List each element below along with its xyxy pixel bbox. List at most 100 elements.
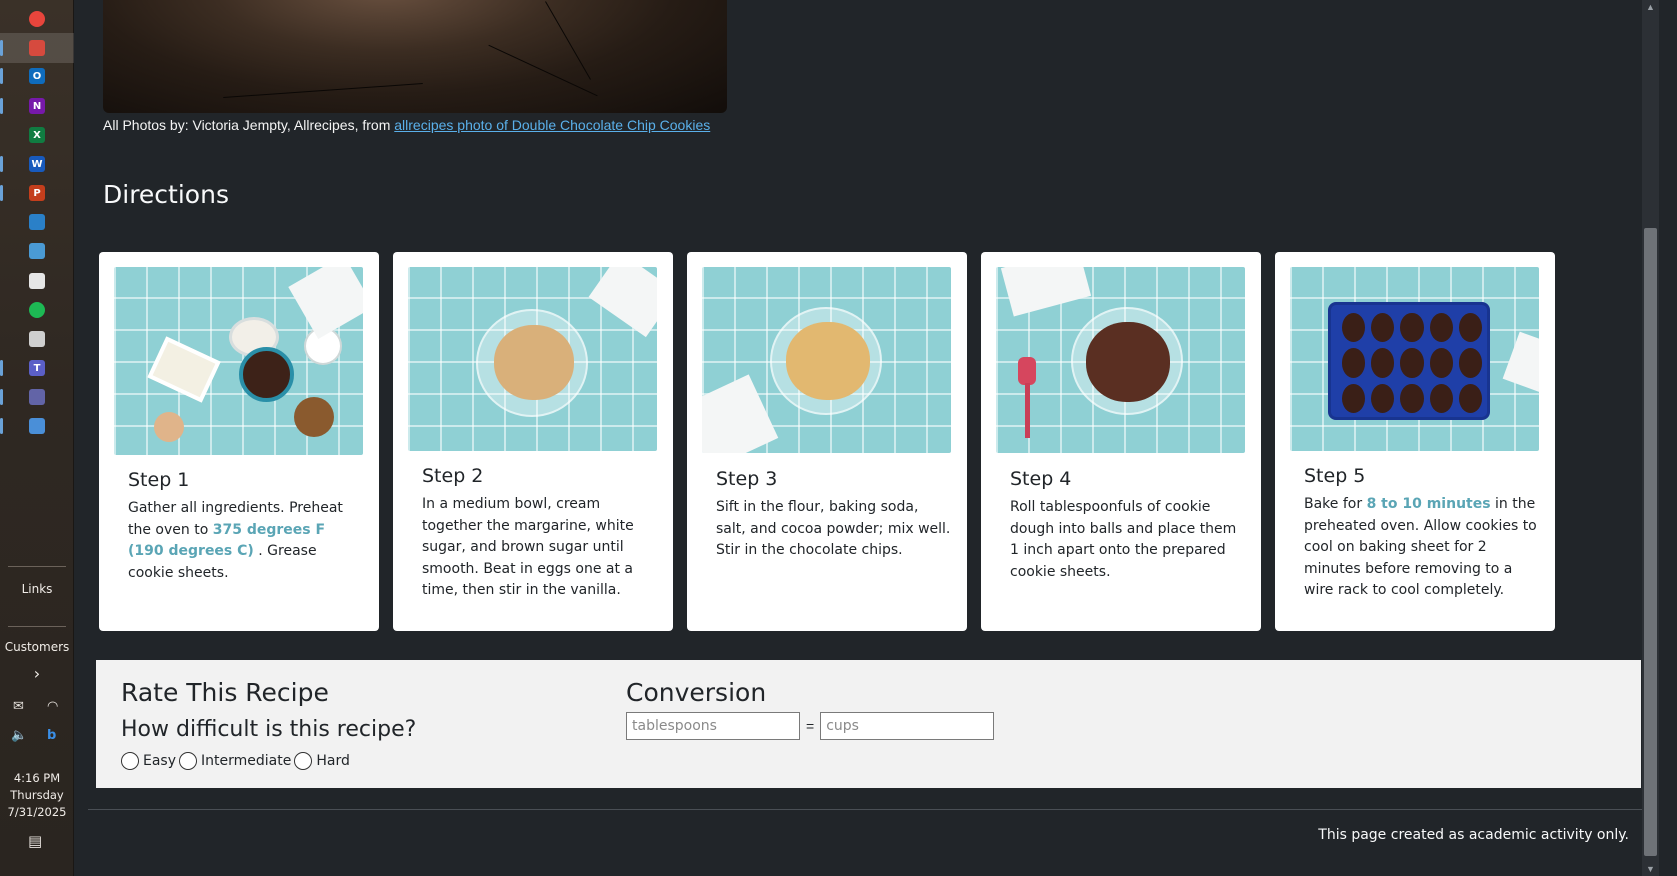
taskbar-app-powerpoint[interactable]: P (0, 178, 74, 208)
excel-icon: X (29, 127, 45, 143)
cookie-shape (1400, 348, 1424, 378)
taskbar-app-outlook[interactable]: O (0, 61, 74, 91)
radio-hard[interactable] (294, 752, 313, 770)
teams-icon: T (29, 360, 45, 376)
taskbar-app-onenote[interactable]: N (0, 91, 74, 121)
bing-icon[interactable]: b (47, 728, 56, 743)
cookie-shape (1342, 383, 1366, 413)
taskbar-app-puzzle[interactable] (0, 266, 74, 296)
taskbar-app-excel[interactable]: X (0, 120, 74, 150)
teams2-icon (29, 389, 45, 405)
step-5-photo (1290, 267, 1539, 451)
cookie-shape (1429, 348, 1453, 378)
page-scrollbar[interactable]: ▲ ▼ (1642, 0, 1659, 876)
step-2-title: Step 2 (422, 465, 484, 487)
difficulty-intermediate[interactable]: Intermediate (179, 752, 291, 770)
step-card-3: Step 3 Sift in the flour, baking soda, s… (687, 252, 967, 631)
chevron-right-icon[interactable]: › (0, 664, 74, 683)
cookie-shape (1342, 313, 1366, 343)
cookie-shape (1458, 348, 1482, 378)
powerpoint-icon: P (29, 185, 45, 201)
notification-icon[interactable]: ▤ (28, 832, 42, 850)
calc-icon (29, 331, 45, 347)
taskbar-separator (8, 626, 66, 627)
equals-sign: = (806, 718, 815, 734)
step-2-text: In a medium bowl, cream together the mar… (422, 496, 634, 598)
scroll-down-icon[interactable]: ▼ (1642, 862, 1659, 876)
conversion-row: = (626, 712, 995, 740)
tablespoons-input[interactable] (626, 712, 800, 740)
scroll-up-icon[interactable]: ▲ (1642, 0, 1659, 14)
difficulty-question: How difficult is this recipe? (121, 717, 417, 742)
step-3-text: Sift in the flour, baking soda, salt, an… (716, 499, 951, 558)
cookie-shape (1342, 348, 1366, 378)
taskbar-app-teams2[interactable] (0, 382, 74, 412)
links-toolbar[interactable]: Links (0, 582, 74, 596)
photo-credit-text: All Photos by: Victoria Jempty, Allrecip… (103, 117, 391, 133)
status-icon (29, 302, 45, 318)
clock[interactable]: 4:16 PM Thursday 7/31/2025 (0, 770, 74, 821)
step-card-4: Step 4 Roll tablespoonfuls of cookie dou… (981, 252, 1261, 631)
cookie-shape (1371, 383, 1395, 413)
taskbar-separator (8, 566, 66, 567)
rate-section: Rate This Recipe How difficult is this r… (96, 660, 1641, 788)
outlook-icon: O (29, 68, 45, 84)
clock-date: 7/31/2025 (7, 805, 67, 819)
taskbar-app-mobile[interactable] (0, 236, 74, 266)
taskbar: Links Customers › ✉ ◠ 🔈 b 4:16 PM Thursd… (0, 0, 74, 876)
mobile-icon (29, 243, 45, 259)
step-4-title: Step 4 (1010, 468, 1072, 490)
clock-time: 4:16 PM (13, 771, 61, 785)
step-4-text: Roll tablespoonfuls of cookie dough into… (1010, 499, 1237, 580)
taskbar-app-word[interactable]: W (0, 149, 74, 179)
step-2-photo (408, 267, 657, 451)
network-icon[interactable]: ◠ (47, 699, 58, 714)
photo-credit-link[interactable]: allrecipes photo of Double Chocolate Chi… (394, 117, 710, 133)
mail-icon[interactable]: ✉ (13, 699, 24, 714)
gear-icon (29, 418, 45, 434)
step-1-photo (114, 267, 363, 455)
vpn-icon (29, 40, 45, 56)
taskbar-app-gear[interactable] (0, 411, 74, 441)
cookie-shape (1429, 383, 1453, 413)
radio-hard-label: Hard (316, 753, 350, 769)
photo-credit: All Photos by: Victoria Jempty, Allrecip… (103, 117, 710, 133)
difficulty-easy[interactable]: Easy (121, 752, 176, 770)
footer-divider (88, 809, 1648, 810)
directions-heading: Directions (103, 180, 229, 209)
chrome-icon (29, 11, 45, 27)
rate-title: Rate This Recipe (121, 678, 329, 707)
scroll-thumb[interactable] (1644, 228, 1657, 856)
step-3-photo (702, 267, 951, 453)
customers-toolbar[interactable]: Customers (0, 640, 74, 654)
volume-icon[interactable]: 🔈 (11, 728, 27, 743)
gamepad-icon (29, 214, 45, 230)
step-5-title: Step 5 (1304, 465, 1366, 487)
recipe-page: All Photos by: Victoria Jempty, Allrecip… (74, 0, 1659, 876)
onenote-icon: N (29, 98, 45, 114)
radio-easy-label: Easy (143, 753, 177, 769)
radio-intermediate[interactable] (179, 752, 198, 770)
cookie-shape (1371, 313, 1395, 343)
taskbar-app-teams[interactable]: T (0, 353, 74, 383)
taskbar-app-chrome[interactable] (0, 4, 74, 34)
cookie-shape (1400, 383, 1424, 413)
taskbar-app-vpn[interactable] (0, 33, 74, 63)
cookie-shape (1429, 313, 1453, 343)
cookie-shape (1371, 348, 1395, 378)
difficulty-options: Easy Intermediate Hard (121, 752, 353, 770)
cookie-shape (1400, 313, 1424, 343)
step-card-1: Step 1 Gather all ingredients. Preheat t… (99, 252, 379, 631)
step-4-photo (996, 267, 1245, 453)
taskbar-app-status[interactable] (0, 295, 74, 325)
taskbar-app-gamepad[interactable] (0, 207, 74, 237)
radio-intermediate-label: Intermediate (201, 753, 292, 769)
step-1-text: Gather all ingredients. Preheat the oven… (128, 500, 343, 581)
radio-easy[interactable] (121, 752, 139, 770)
cookie-photo (103, 0, 727, 113)
puzzle-icon (29, 273, 45, 289)
step-1-title: Step 1 (128, 469, 190, 491)
taskbar-app-calc[interactable] (0, 324, 74, 354)
difficulty-hard[interactable]: Hard (294, 752, 350, 770)
cups-input[interactable] (820, 712, 995, 740)
